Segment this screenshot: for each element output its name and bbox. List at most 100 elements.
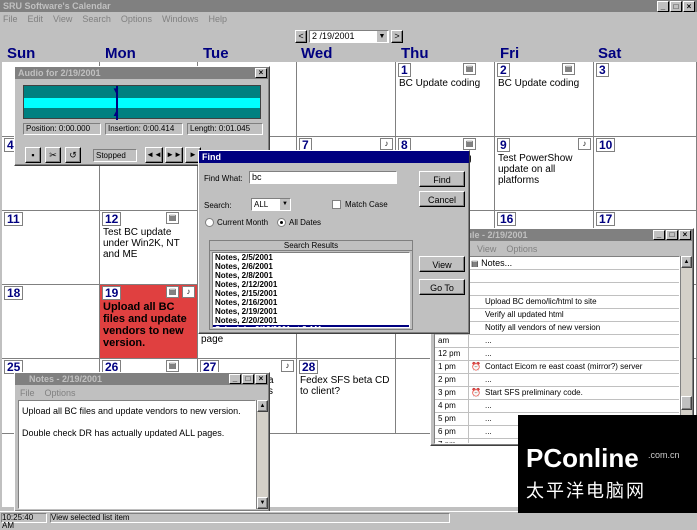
notes-icon[interactable]: ▤: [562, 63, 575, 75]
notes-icon[interactable]: ▤: [166, 212, 179, 224]
schedule-row[interactable]: Upload BC demo/lic/html to site: [435, 296, 679, 309]
menu-options[interactable]: Options: [506, 244, 537, 254]
search-scope-select[interactable]: ALL ▼: [251, 198, 291, 211]
calendar-cell-9[interactable]: 9 ♪ Test PowerShow update on all platfor…: [495, 137, 594, 211]
schedule-row[interactable]: 2 pm...: [435, 374, 679, 387]
search-result-item[interactable]: Notes, 2/19/2001: [213, 307, 409, 316]
scroll-up-icon[interactable]: ▲: [681, 256, 692, 268]
close-icon[interactable]: ×: [255, 68, 267, 78]
calendar-cell-11[interactable]: 11: [2, 211, 100, 285]
close-icon[interactable]: ×: [679, 230, 691, 240]
menu-view[interactable]: View: [53, 14, 72, 24]
schedule-row[interactable]: [435, 270, 679, 283]
schedule-time: am: [435, 335, 469, 347]
menu-options[interactable]: Options: [45, 388, 76, 398]
schedule-row[interactable]: Notify all vendors of new version: [435, 322, 679, 335]
current-month-radio[interactable]: [205, 218, 214, 227]
match-case-checkbox[interactable]: [332, 200, 341, 209]
menu-file[interactable]: File: [20, 388, 35, 398]
date-picker[interactable]: 2 /19/2001 ▼: [309, 30, 389, 43]
audio-title-bar[interactable]: Audio for 2/19/2001 ×: [15, 67, 269, 79]
scroll-thumb[interactable]: [681, 396, 692, 410]
schedule-row[interactable]: 3 pm ⏰ Start SFS preliminary code.: [435, 387, 679, 400]
cut-audio-button[interactable]: ✂: [45, 147, 61, 163]
maximize-icon[interactable]: □: [666, 230, 678, 240]
calendar-cell-12[interactable]: 12 ▤ Test BC update under Win2K, NT and …: [100, 211, 198, 285]
calendar-cell-28[interactable]: 28 Fedex SFS beta CD to client?: [297, 359, 396, 434]
calendar-cell-1[interactable]: 1 ▤ BC Update coding: [396, 62, 495, 137]
day-number: 18: [4, 286, 24, 300]
menu-file[interactable]: File: [3, 14, 18, 24]
waveform-display[interactable]: ▼ ▲: [23, 85, 261, 120]
notes-scrollbar[interactable]: ▲ ▼: [256, 400, 268, 509]
day-header-wed: Wed: [301, 45, 333, 62]
schedule-row[interactable]: 12 pm...: [435, 348, 679, 361]
menu-options[interactable]: Options: [121, 14, 152, 24]
find-button[interactable]: Find: [419, 171, 465, 187]
schedule-title-bar[interactable]: dule - 2/19/2001 _ □ ×: [431, 229, 693, 241]
audio-icon[interactable]: ♪: [578, 138, 591, 150]
menu-windows[interactable]: Windows: [162, 14, 199, 24]
notes-title-bar[interactable]: Notes - 2/19/2001 _ □ ×: [15, 373, 269, 385]
schedule-row[interactable]: Verify all updated html: [435, 309, 679, 322]
calendar-cell-19-selected[interactable]: 19 ▤ ♪ Upload all BC files and update ve…: [100, 285, 198, 359]
schedule-row[interactable]: 4 pm...: [435, 400, 679, 413]
minimize-icon[interactable]: _: [229, 374, 241, 384]
maximize-icon[interactable]: □: [670, 1, 682, 12]
view-button[interactable]: View: [419, 256, 465, 272]
chevron-down-icon[interactable]: ▼: [280, 199, 290, 210]
search-result-item[interactable]: Notes, 2/12/2001: [213, 280, 409, 289]
scroll-up-icon[interactable]: ▲: [257, 400, 268, 412]
calendar-cell-18[interactable]: 18: [2, 285, 100, 359]
search-result-item[interactable]: Notes, 2/20/2001: [213, 316, 409, 325]
search-result-item[interactable]: Notes, 2/8/2001: [213, 271, 409, 280]
notes-text-area[interactable]: Upload all BC files and update vendors t…: [18, 400, 256, 509]
search-result-item[interactable]: Notes, 2/6/2001: [213, 262, 409, 271]
schedule-row[interactable]: 1 pm ⏰ Contact Eicom re east coast (mirror…: [435, 361, 679, 374]
close-icon[interactable]: ×: [255, 374, 267, 384]
notes-icon[interactable]: ▤: [166, 286, 179, 298]
calendar-cell-empty[interactable]: [297, 62, 396, 137]
audio-icon[interactable]: ♪: [281, 360, 294, 372]
search-results-list[interactable]: Notes, 2/5/2001 Notes, 2/6/2001 Notes, 2/8…: [212, 252, 410, 328]
chevron-down-icon[interactable]: ▼: [377, 31, 387, 42]
fast-forward-button[interactable]: ►►: [165, 147, 183, 163]
prev-date-button[interactable]: <: [295, 30, 307, 43]
menu-edit[interactable]: Edit: [28, 14, 44, 24]
notes-row[interactable]: ▤ Notes...: [435, 257, 679, 270]
rewind-button[interactable]: ◄◄: [145, 147, 163, 163]
next-date-button[interactable]: >: [391, 30, 403, 43]
cancel-button[interactable]: Cancel: [419, 191, 465, 207]
search-result-item[interactable]: Notes, 2/15/2001: [213, 289, 409, 298]
all-dates-radio[interactable]: [277, 218, 286, 227]
schedule-text: ...: [485, 336, 492, 345]
notes-icon[interactable]: ▤: [166, 360, 179, 372]
notes-icon[interactable]: ▤: [463, 138, 476, 150]
calendar-cell-2[interactable]: 2 ▤ BC Update coding: [495, 62, 594, 137]
schedule-row[interactable]: am...: [435, 335, 679, 348]
maximize-icon[interactable]: □: [242, 374, 254, 384]
search-result-item[interactable]: Notes, 2/5/2001: [213, 253, 409, 262]
calendar-cell-10[interactable]: 10: [594, 137, 697, 211]
audio-icon[interactable]: ♪: [182, 286, 195, 298]
minimize-icon[interactable]: _: [653, 230, 665, 240]
menu-help[interactable]: Help: [208, 14, 227, 24]
undo-audio-button[interactable]: ↺: [65, 147, 81, 163]
save-audio-button[interactable]: ▪: [25, 147, 41, 163]
status-message: View selected list item: [50, 513, 450, 523]
find-what-input[interactable]: bc: [249, 171, 397, 184]
minimize-icon[interactable]: _: [657, 1, 669, 12]
menu-search[interactable]: Search: [82, 14, 111, 24]
notes-icon[interactable]: ▤: [463, 63, 476, 75]
goto-button[interactable]: Go To: [419, 279, 465, 295]
search-result-item[interactable]: Notes, 2/16/2001: [213, 298, 409, 307]
calendar-cell-3[interactable]: 3: [594, 62, 697, 137]
search-result-item[interactable]: Schedule, 2/19/2001 at 8 AM: [213, 325, 409, 327]
menu-view[interactable]: View: [477, 244, 496, 254]
scroll-down-icon[interactable]: ▼: [257, 497, 268, 509]
close-icon[interactable]: ×: [683, 1, 695, 12]
audio-icon[interactable]: ♪: [380, 138, 393, 150]
find-title-bar[interactable]: Find: [199, 151, 469, 163]
schedule-row[interactable]: [435, 283, 679, 296]
search-results-group: Search Results Notes, 2/5/2001 Notes, 2/6…: [209, 240, 413, 330]
